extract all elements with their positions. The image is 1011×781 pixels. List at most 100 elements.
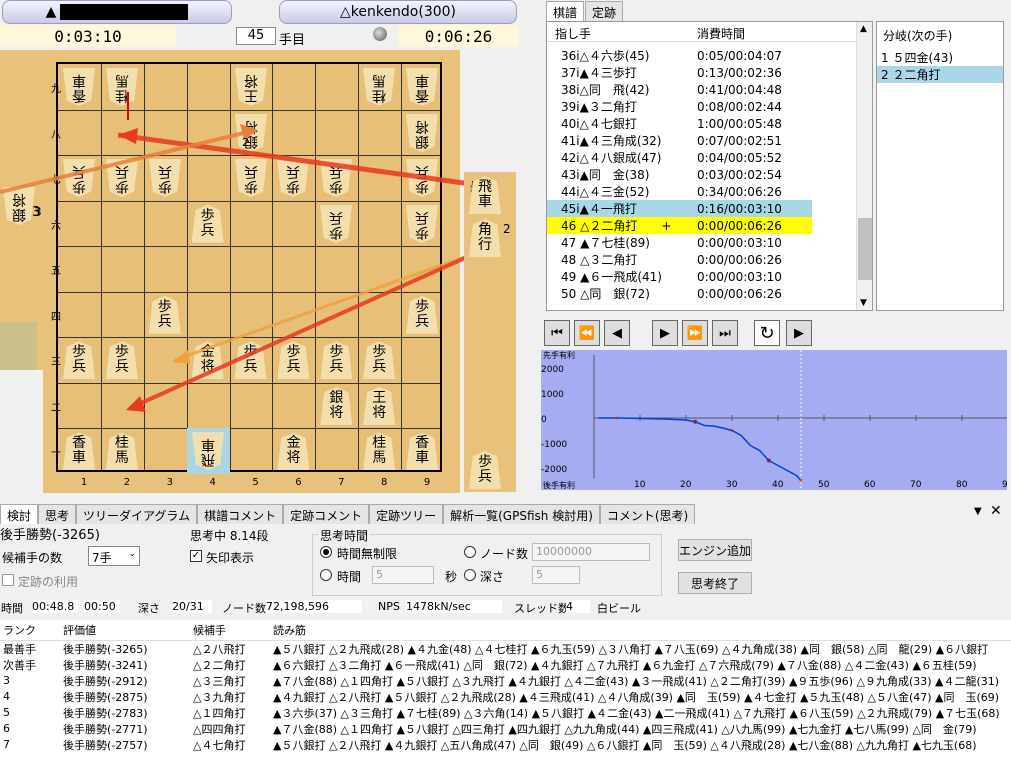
dropdown-icon[interactable]: ▼ <box>974 506 982 517</box>
bottom-tab[interactable]: 思考 <box>38 504 77 524</box>
kifu-time: 0:08/00:02:44 <box>697 99 782 114</box>
kifu-move: 41i▲４三角成(32) <box>561 134 662 148</box>
kifu-scroll-thumb[interactable] <box>858 218 872 280</box>
kifu-row[interactable]: 41i▲４三角成(32) 0:07/00:02:51 <box>547 132 812 149</box>
bottom-tab[interactable]: 定跡ツリー <box>369 504 444 524</box>
sente-hand-rook[interactable]: 飛車 <box>469 176 501 214</box>
graph-xtick: 60 <box>864 480 876 490</box>
forward-10-icon[interactable]: ⏩ <box>682 320 708 346</box>
branch-list[interactable]: 分岐(次の手) 1 ５四金(43) 2 ２二角打 <box>876 21 1004 311</box>
cand-row[interactable]: 3 後手勝勢(-2912) △３三角打 ▲７八金(88) △１四角打 ▲５八銀打 △３… <box>0 673 1011 689</box>
stats-time-label: 時間 <box>1 602 23 615</box>
scroll-down-icon[interactable]: ▼ <box>860 298 867 308</box>
kifu-time: 0:05/00:04:07 <box>697 48 782 63</box>
stats-nps: 1478kN/sec <box>406 600 502 613</box>
kifu-row[interactable]: 37i▲４三歩打 0:13/00:02:36 <box>547 64 812 81</box>
tab-joseki[interactable]: 定跡 <box>585 1 624 21</box>
add-engine-button[interactable]: エンジン追加 <box>678 539 752 561</box>
kifu-time: 0:03/00:02:54 <box>697 167 782 182</box>
cand-cell: ▲３六歩(37) △３三角打 ▲７七桂(89) △３六角(14) ▲５八銀打 ▲… <box>273 706 1000 720</box>
depth-input[interactable]: 5 <box>532 566 580 584</box>
stop-thinking-button[interactable]: 思考終了 <box>678 572 752 594</box>
sente-stand <box>464 172 516 492</box>
branch-item-1[interactable]: 1 ５四金(43) <box>877 49 1003 66</box>
kifu-row[interactable]: 50 △同 銀(72) 0:00/00:06:26 <box>547 285 812 302</box>
back-10-icon[interactable]: ⏪ <box>574 320 600 346</box>
kifu-row[interactable]: 43i▲同 金(38) 0:03/00:02:54 <box>547 166 812 183</box>
time-input[interactable]: 5 <box>372 566 434 584</box>
cand-cell: △１四角打 <box>193 706 246 720</box>
kifu-move: 47 ▲７七桂(89) <box>561 236 650 250</box>
arrow-checkbox[interactable]: ✓ <box>190 550 202 562</box>
sec-label: 秒 <box>445 570 458 584</box>
kifu-row[interactable]: 46 △２二角打 + 0:00/00:06:26 <box>547 217 812 234</box>
kifu-row[interactable]: 40i△４七銀打 1:00/00:05:48 <box>547 115 812 132</box>
stats-depth-label: 深さ <box>138 602 160 615</box>
bottom-tabs: 検討 思考 ツリーダイアグラム 棋譜コメント 定跡コメント 定跡ツリー 解析一覧(GPSfi… <box>0 504 1011 524</box>
kifu-time: 0:07/00:02:51 <box>697 133 782 148</box>
kifu-move: 42i△４八銀成(47) <box>561 151 662 165</box>
candidates-select[interactable]: 7手 ⌄ <box>88 546 140 566</box>
kifu-row[interactable]: 49 ▲６一飛成(41) 0:00/00:03:10 <box>547 268 812 285</box>
cand-row[interactable]: 5 後手勝勢(-2783) △１四角打 ▲３六歩(37) △３三角打 ▲７七桂(89)… <box>0 705 1011 721</box>
kifu-move: 37i▲４三歩打 <box>561 66 637 80</box>
branch-item-2[interactable]: 2 ２二角打 <box>877 66 1003 83</box>
joseki-checkbox[interactable] <box>2 574 14 586</box>
forward-1-icon[interactable]: ▶ <box>652 320 678 346</box>
kifu-list[interactable]: 指し手 消費時間 36i△４六歩(45) 0:05/00:04:07 37i▲４三歩… <box>546 21 873 311</box>
kifu-row[interactable]: 39i▲３二角打 0:08/00:02:44 <box>547 98 812 115</box>
last-move-icon[interactable]: ⏭ <box>712 320 738 346</box>
kifu-row[interactable]: 42i△４八銀成(47) 0:04/00:05:52 <box>547 149 812 166</box>
sente-hand-pawn[interactable]: 歩兵 <box>469 451 501 489</box>
candidate-table-panel[interactable]: ランク 評価値 候補手 読み筋 最善手 後手勝勢(-3265) △２八飛打 ▲５八銀打 △２九… <box>0 620 1011 781</box>
sente-hand-bishop[interactable]: 角行 <box>469 219 501 257</box>
cand-row[interactable]: 7 後手勝勢(-2757) △４七角打 ▲５八銀打 △２八飛打 ▲４九銀打 △五八角成… <box>0 737 1011 753</box>
kifu-time: 0:00/00:03:10 <box>697 269 782 284</box>
flip-board-icon[interactable]: ↻ <box>754 320 780 346</box>
cand-row[interactable]: 6 後手勝勢(-2771) △四四角打 ▲７八金(88) △１四角打 ▲５八銀打 △四… <box>0 721 1011 737</box>
kifu-move: 44i△４三金(52) <box>561 185 650 199</box>
kifu-row[interactable]: 44i△４三金(52) 0:34/00:06:26 <box>547 183 812 200</box>
back-1-icon[interactable]: ◀ <box>604 320 630 346</box>
tab-kifu[interactable]: 棋譜 <box>546 1 585 21</box>
scroll-up-icon[interactable]: ▲ <box>860 24 867 34</box>
close-icon[interactable]: ✕ <box>990 503 1002 519</box>
eval-graph[interactable]: 先手有利 後手有利 2000 1000 0 -1000 -2000 10 20 30 40 50 6… <box>541 350 1007 490</box>
bottom-tab[interactable]: コメント(思考) <box>599 504 696 524</box>
kifu-scrollbar[interactable]: ▲ ▼ <box>856 22 872 310</box>
cand-row[interactable]: 最善手 後手勝勢(-3265) △２八飛打 ▲５八銀打 △２九飛成(28) ▲４九金(… <box>0 640 1011 657</box>
kifu-time: 0:00/00:06:26 <box>697 218 782 233</box>
graph-xtick: 10 <box>634 480 646 490</box>
candidates-label: 候補手の数 <box>2 551 63 565</box>
radio-depth-label: 深さ <box>480 570 505 584</box>
cand-cell: 6 <box>3 722 10 735</box>
arrow-best <box>117 132 479 188</box>
radio-unlimited[interactable] <box>320 546 332 558</box>
radio-depth[interactable] <box>464 569 476 581</box>
cand-row[interactable]: 4 後手勝勢(-2875) △３九角打 ▲４九銀打 △２八飛打 ▲５八銀打 △２九飛成… <box>0 689 1011 705</box>
cand-row[interactable]: 次善手 後手勝勢(-3241) △２二角打 ▲６六銀打 △３二角打 ▲６一飛成(41)… <box>0 657 1011 673</box>
cand-cell: 後手勝勢(-2875) <box>63 690 148 704</box>
kifu-row[interactable]: 38i△同 飛(42) 0:41/00:04:48 <box>547 81 812 98</box>
cand-cell: △２二角打 <box>193 658 246 672</box>
kifu-row[interactable]: 45i▲４一飛打 0:16/00:03:10 <box>547 200 812 217</box>
radio-time[interactable] <box>320 569 332 581</box>
bottom-tab[interactable]: 棋譜コメント <box>197 504 284 524</box>
first-move-icon[interactable]: ⏮ <box>544 320 570 346</box>
radio-node[interactable] <box>464 546 476 558</box>
kifu-row[interactable]: 36i△４六歩(45) 0:05/00:04:07 <box>547 47 812 64</box>
play-icon[interactable]: ▶ <box>786 320 812 346</box>
node-input[interactable]: 10000000 <box>532 543 650 561</box>
bottom-tab[interactable]: 検討 <box>0 504 39 524</box>
bottom-tab[interactable]: 定跡コメント <box>283 504 370 524</box>
kifu-row[interactable]: 47 ▲７七桂(89) 0:00/00:03:10 <box>547 234 812 251</box>
bottom-tab[interactable]: ツリーダイアグラム <box>76 504 198 524</box>
cand-cell: 4 <box>3 690 10 703</box>
cand-header-row: ランク 評価値 候補手 読み筋 <box>0 620 1011 641</box>
cand-cell: 後手勝勢(-3265) <box>63 642 148 656</box>
graph-ytick: 2000 <box>541 365 564 375</box>
bottom-tab[interactable]: 解析一覧(GPSfish 検討用) <box>443 504 600 524</box>
joseki-label: 定跡の利用 <box>18 575 79 589</box>
kifu-move: 45i▲４一飛打 <box>561 202 637 216</box>
kifu-row[interactable]: 48 △３二角打 0:00/00:06:26 <box>547 251 812 268</box>
